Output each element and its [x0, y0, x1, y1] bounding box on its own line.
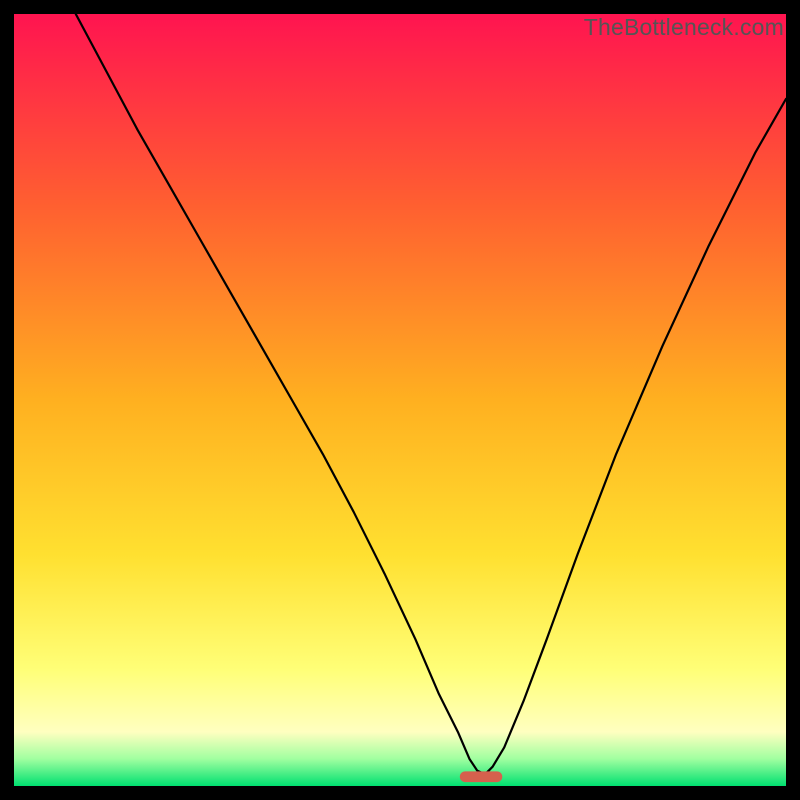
chart-frame: TheBottleneck.com: [0, 0, 800, 800]
optimum-marker: [460, 771, 502, 782]
plot-area: TheBottleneck.com: [14, 14, 786, 786]
bottleneck-chart: [14, 14, 786, 786]
gradient-background: [14, 14, 786, 786]
watermark-text: TheBottleneck.com: [584, 14, 784, 41]
